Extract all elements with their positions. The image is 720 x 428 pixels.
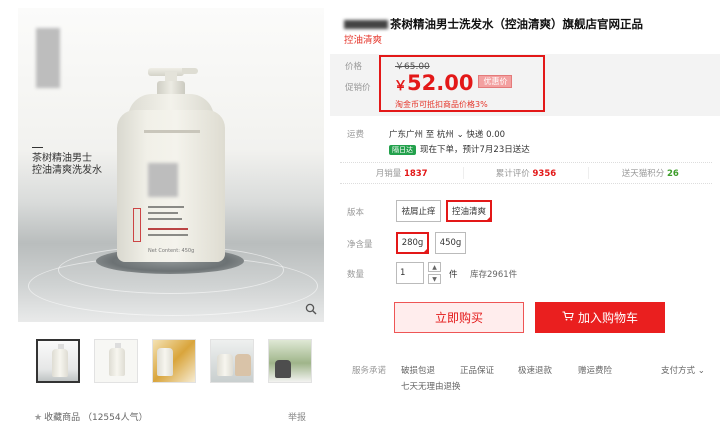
caption-dash xyxy=(32,147,43,148)
coin-discount-note: 淘金币可抵扣商品价格3% xyxy=(395,100,488,109)
product-title: 茶树精油男士洗发水（控油清爽）旗舰店官网正品 xyxy=(344,16,643,32)
report-link[interactable]: 举报 xyxy=(288,410,306,423)
current-price-value: 52.00 xyxy=(407,71,474,95)
product-page: Net Content: 450g 茶树精油男士 控油清爽洗发水 ★ 收藏商品 … xyxy=(0,0,720,428)
service-label: 服务承诺 xyxy=(352,366,387,376)
stat-monthly-sales: 月销量 1837 xyxy=(340,167,465,179)
version-option-oil-control[interactable]: 控油清爽 xyxy=(446,200,492,222)
stock-count: 库存2961件 xyxy=(470,270,518,280)
quantity-increase-button[interactable]: ▲ xyxy=(428,262,441,272)
sales-stats: 月销量 1837 累计评价 9356 送天猫积分 26 xyxy=(340,162,712,184)
quantity-label: 数量 xyxy=(347,270,365,280)
cart-icon xyxy=(562,311,574,324)
bottle-vertical-tag xyxy=(133,208,141,242)
quantity-input[interactable]: 1 xyxy=(396,262,424,284)
favorite-count: （12554人气） xyxy=(82,413,148,423)
price-label: 价格 xyxy=(345,62,363,72)
add-to-cart-label: 加入购物车 xyxy=(577,311,638,325)
thumbnail-3[interactable] xyxy=(152,339,196,383)
star-icon: ★ xyxy=(34,413,43,423)
version-option-dandruff[interactable]: 祛屑止痒 xyxy=(396,200,441,222)
quantity-unit: 件 xyxy=(449,270,458,280)
thumbnail-2[interactable] xyxy=(94,339,138,383)
promo-tag: 优惠价 xyxy=(478,75,513,88)
buy-now-button[interactable]: 立即购买 xyxy=(394,302,524,333)
quantity-decrease-button[interactable]: ▼ xyxy=(428,274,441,284)
thumbnail-4[interactable] xyxy=(210,339,254,383)
service-7day-return[interactable]: 七天无理由退换 xyxy=(401,380,461,392)
service-shipping-insurance[interactable]: 赠运费险 xyxy=(578,364,612,376)
shipping-eta: 现在下单，预计7月23日送达 xyxy=(420,145,530,155)
image-caption: 茶树精油男士 控油清爽洗发水 xyxy=(32,147,102,177)
stat-tmall-points: 送天猫积分 26 xyxy=(621,169,679,179)
bottle-brand-line xyxy=(144,130,200,133)
promo-price-label: 促销价 xyxy=(345,83,371,93)
price-panel: 价格 促销价 ￥65.00 ￥52.00 优惠价 淘金币可抵扣商品价格3% xyxy=(330,54,720,116)
currency-symbol: ￥ xyxy=(394,79,408,94)
current-price: ￥52.00 优惠价 xyxy=(394,71,513,95)
image-caption-line1: 茶树精油男士 xyxy=(32,153,92,164)
favorite-product[interactable]: ★ 收藏商品 （12554人气） xyxy=(34,410,148,423)
blurred-brand-name xyxy=(344,20,388,29)
product-subtitle: 控油清爽 xyxy=(344,35,383,46)
shipping-row: 运费 广东广州 至 杭州 ⌄ 快递 0.00 xyxy=(347,128,505,140)
shipping-eta-row: 隔日达 现在下单，预计7月23日送达 xyxy=(389,143,530,155)
main-product-image[interactable]: Net Content: 450g 茶树精油男士 控油清爽洗发水 xyxy=(18,8,324,322)
bottle-net-content: Net Content: 450g xyxy=(148,248,195,254)
weight-option-450g[interactable]: 450g xyxy=(435,232,466,254)
pump-nozzle xyxy=(182,68,198,74)
service-damage-return[interactable]: 破损包退 xyxy=(401,364,435,376)
favorite-label: 收藏商品 xyxy=(44,413,81,423)
image-caption-line2: 控油清爽洗发水 xyxy=(32,165,102,176)
thumbnail-strip xyxy=(36,339,312,383)
next-day-badge: 隔日达 xyxy=(389,145,416,155)
service-fast-refund[interactable]: 极速退款 xyxy=(518,364,552,376)
stat-total-reviews[interactable]: 累计评价 9356 xyxy=(464,167,589,179)
shipping-route[interactable]: 广东广州 至 杭州 ⌄ 快递 0.00 xyxy=(389,130,505,140)
thumbnail-5[interactable] xyxy=(268,339,312,383)
weight-option-280g[interactable]: 280g xyxy=(396,232,429,254)
service-genuine[interactable]: 正品保证 xyxy=(460,364,494,376)
payment-methods-dropdown[interactable]: 支付方式 ⌄ xyxy=(661,364,705,376)
blurred-brand-mark xyxy=(148,163,178,197)
thumbnail-1[interactable] xyxy=(36,339,80,383)
blurred-logo xyxy=(36,28,60,88)
zoom-search-icon[interactable] xyxy=(302,302,320,320)
version-label: 版本 xyxy=(347,208,365,218)
add-to-cart-button[interactable]: 加入购物车 xyxy=(535,302,665,333)
weight-label: 净含量 xyxy=(347,240,373,250)
shipping-label: 运费 xyxy=(347,130,365,140)
product-title-text: 茶树精油男士洗发水（控油清爽）旗舰店官网正品 xyxy=(390,17,643,31)
